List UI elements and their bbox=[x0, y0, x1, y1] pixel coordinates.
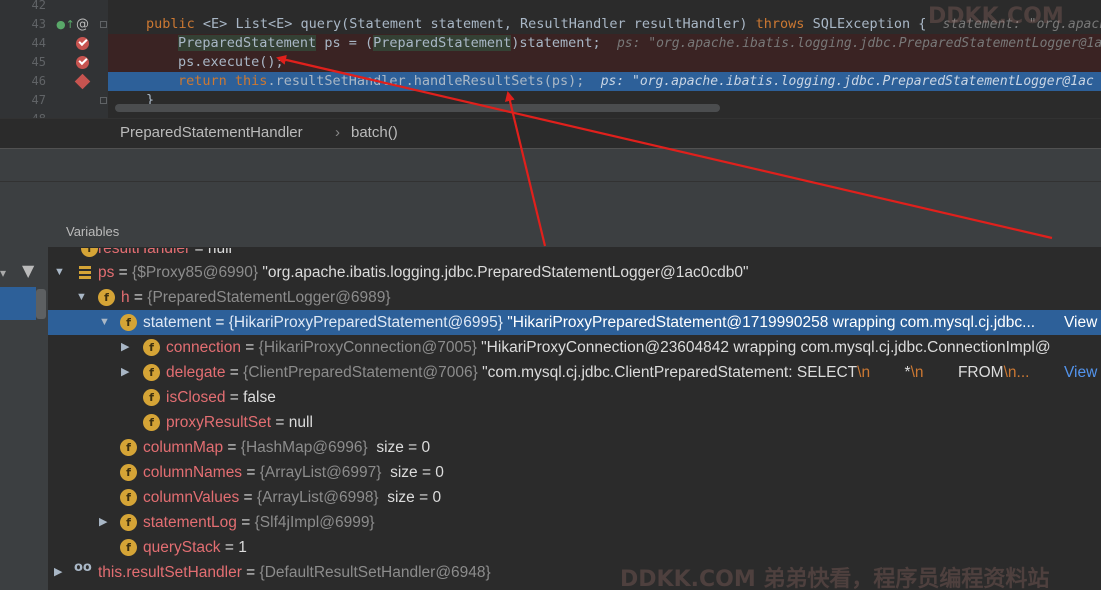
override-icon[interactable]: ●↑ bbox=[56, 18, 75, 31]
inline-debug-hint: ps: "org.apache.ibatis.logging.jdbc.Prep… bbox=[600, 74, 1094, 89]
annotation-icon[interactable]: @ bbox=[76, 16, 89, 33]
gutter-line-46: 46 bbox=[0, 72, 108, 91]
field-icon: f bbox=[143, 364, 160, 381]
field-icon: f bbox=[98, 289, 115, 306]
local-variable-icon bbox=[79, 266, 91, 279]
tree-row-isClosed[interactable]: f isClosed = false bbox=[48, 385, 1101, 410]
editor-horizontal-scrollbar[interactable] bbox=[115, 104, 720, 112]
breakpoint-icon[interactable] bbox=[76, 56, 89, 69]
expand-arrow-icon[interactable]: ▶ bbox=[54, 560, 62, 585]
breadcrumb: PreparedStatementHandler › batch() bbox=[0, 118, 1101, 148]
breakpoint-icon[interactable] bbox=[76, 37, 89, 50]
line-number: 45 bbox=[31, 55, 46, 69]
watermark: DDKK.COM bbox=[928, 4, 1064, 29]
tree-row-columnMap[interactable]: f columnMap = {HashMap@6996} size = 0 bbox=[48, 435, 1101, 460]
field-icon: f bbox=[120, 439, 137, 456]
tree-row-delegate[interactable]: ▶ f delegate = {ClientPreparedStatement@… bbox=[48, 360, 1101, 385]
tree-row-proxyResultSet[interactable]: f proxyResultSet = null bbox=[48, 410, 1101, 435]
gutter-line-43: 43 ●↑ @ bbox=[0, 15, 108, 34]
view-link[interactable]: View bbox=[1064, 310, 1097, 335]
variables-header: Variables bbox=[48, 214, 1101, 248]
exception-breakpoint-icon[interactable] bbox=[74, 73, 91, 90]
field-icon: f bbox=[143, 389, 160, 406]
debug-side-strip: ▾ ▼ bbox=[0, 214, 48, 590]
expand-arrow-icon[interactable]: ▶ bbox=[99, 510, 107, 535]
gutter-line-47: 47 bbox=[0, 91, 108, 110]
debug-toolbar-bottom bbox=[0, 181, 1101, 214]
watch-glasses-icon: oo bbox=[74, 560, 92, 575]
debug-toolbar-top bbox=[0, 148, 1101, 181]
field-icon: f bbox=[81, 248, 98, 257]
line-number: 43 bbox=[31, 17, 46, 31]
variables-title: Variables bbox=[66, 224, 120, 239]
fold-toggle-icon[interactable] bbox=[100, 97, 107, 104]
tree-row-ps[interactable]: ▼ ps = {$Proxy85@6990} "org.apache.ibati… bbox=[48, 260, 1101, 285]
selected-frame[interactable] bbox=[0, 287, 36, 320]
tree-row-connection[interactable]: ▶ f connection = {HikariProxyConnection@… bbox=[48, 335, 1101, 360]
view-link[interactable]: View bbox=[1064, 360, 1097, 385]
watermark: DDKK.COM 弟弟快看，程序员编程资料站 bbox=[620, 567, 1050, 590]
expand-arrow-icon[interactable]: ▶ bbox=[121, 360, 129, 385]
field-icon: f bbox=[143, 414, 160, 431]
expand-arrow-icon[interactable]: ▼ bbox=[76, 285, 87, 310]
gutter-line-45: 45 bbox=[0, 53, 108, 72]
tree-row-h[interactable]: ▼ f h = {PreparedStatementLogger@6989} bbox=[48, 285, 1101, 310]
line-number: 47 bbox=[31, 93, 46, 107]
line-number: 44 bbox=[31, 36, 46, 50]
editor-gutter[interactable]: 42 43 ●↑ @ 44 45 46 47 48 bbox=[0, 0, 108, 118]
fold-toggle-icon[interactable] bbox=[100, 21, 107, 28]
variables-tree[interactable]: f resultHandler = null ▼ ps = {$Proxy85@… bbox=[48, 248, 1101, 590]
breadcrumb-separator: › bbox=[335, 124, 340, 141]
tree-row-columnValues[interactable]: f columnValues = {ArrayList@6998} size =… bbox=[48, 485, 1101, 510]
field-icon: f bbox=[120, 514, 137, 531]
line-number: 46 bbox=[31, 74, 46, 88]
field-icon: f bbox=[143, 339, 160, 356]
line-number: 48 bbox=[18, 110, 46, 118]
expand-arrow-icon[interactable]: ▶ bbox=[121, 335, 129, 360]
expand-arrow-icon[interactable]: ▼ bbox=[54, 260, 65, 285]
code-editor[interactable]: 42 43 ●↑ @ 44 45 46 47 48 public <E> Lis… bbox=[0, 0, 1101, 118]
code-line-45[interactable]: ps.execute(); bbox=[108, 53, 1101, 72]
field-icon: f bbox=[120, 314, 137, 331]
field-icon: f bbox=[120, 539, 137, 556]
field-icon: f bbox=[120, 489, 137, 506]
breadcrumb-method[interactable]: batch() bbox=[351, 123, 398, 143]
tree-row-columnNames[interactable]: f columnNames = {ArrayList@6997} size = … bbox=[48, 460, 1101, 485]
breadcrumb-class[interactable]: PreparedStatementHandler bbox=[120, 123, 303, 143]
frames-scrollbar[interactable] bbox=[36, 289, 46, 319]
line-number: 42 bbox=[31, 0, 46, 12]
gutter-line-48: 48 bbox=[0, 110, 108, 118]
code-line-44[interactable]: PreparedStatement ps = (PreparedStatemen… bbox=[108, 34, 1101, 53]
chevron-down-icon[interactable]: ▾ bbox=[0, 266, 6, 280]
gutter-line-42: 42 bbox=[0, 0, 108, 15]
tree-row-statement[interactable]: ▼ f statement = {HikariProxyPreparedStat… bbox=[48, 310, 1101, 335]
filter-icon[interactable]: ▼ bbox=[22, 261, 34, 280]
gutter-line-44: 44 bbox=[0, 34, 108, 53]
tree-row-queryStack[interactable]: f queryStack = 1 bbox=[48, 535, 1101, 560]
inline-debug-hint: ps: "org.apache.ibatis.logging.jdbc.Prep… bbox=[616, 36, 1101, 51]
expand-arrow-icon[interactable]: ▼ bbox=[99, 310, 110, 335]
tree-row-statementLog[interactable]: ▶ f statementLog = {Slf4jImpl@6999} bbox=[48, 510, 1101, 535]
field-icon: f bbox=[120, 464, 137, 481]
code-line-46-execution-point[interactable]: return this.resultSetHandler.handleResul… bbox=[108, 72, 1101, 91]
